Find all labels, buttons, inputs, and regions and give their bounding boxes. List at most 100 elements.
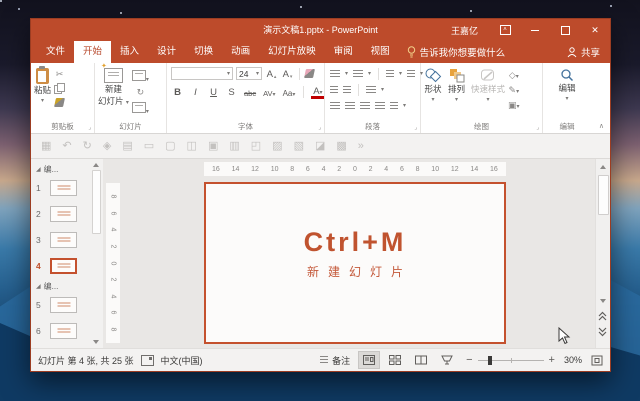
font-dialog-launcher[interactable]: ⌟ <box>318 125 321 131</box>
font-color-button[interactable]: A▾ <box>311 84 324 99</box>
qat-tool-icon[interactable]: ◪ <box>315 141 325 152</box>
qat-tool-icon[interactable]: ▧ <box>294 141 304 152</box>
editing-button[interactable]: 编辑 ▾ <box>555 66 578 102</box>
section-button[interactable]: ▾ <box>132 102 149 115</box>
ribbon-tab[interactable]: 插入 <box>111 41 148 63</box>
columns-icon[interactable] <box>366 86 376 94</box>
panel-scroll-down-icon[interactable] <box>93 340 99 344</box>
ribbon-tab[interactable]: 幻灯片放映 <box>259 41 325 63</box>
shape-fill-icon[interactable]: ◇▾ <box>509 70 519 81</box>
grow-font-button[interactable]: A▴ <box>265 68 278 80</box>
drawing-dialog-launcher[interactable]: ⌟ <box>536 125 539 131</box>
language-status[interactable]: 中文(中国) <box>161 354 203 367</box>
quick-styles-button[interactable]: 快速样式 ▾ <box>468 66 508 103</box>
shape-effects-icon[interactable]: ▣▾ <box>508 100 520 111</box>
qat-tool-icon[interactable]: ◈ <box>103 141 111 152</box>
slide-number-status[interactable]: 幻灯片 第 4 张, 共 25 张 <box>38 354 134 367</box>
slide-canvas[interactable]: Ctrl+M 新建幻灯片 <box>204 182 506 344</box>
collapse-ribbon-icon[interactable]: ∧ <box>599 122 604 130</box>
qat-tool-icon[interactable]: ▭ <box>144 141 154 152</box>
zoom-slider-thumb[interactable] <box>488 356 492 365</box>
tell-me-box[interactable]: 告诉我你想要做什么 <box>407 45 506 59</box>
strikethrough-button[interactable]: abc <box>243 86 257 98</box>
clipboard-dialog-launcher[interactable]: ⌟ <box>88 125 91 131</box>
qat-tool-icon[interactable]: ◫ <box>187 141 197 152</box>
fit-to-window-button[interactable] <box>591 355 603 366</box>
italic-button[interactable]: I <box>189 86 202 98</box>
qat-tool-icon[interactable]: ↶ <box>62 141 71 152</box>
justify-icon[interactable] <box>375 102 385 110</box>
shrink-font-button[interactable]: A▾ <box>281 68 294 80</box>
notes-button[interactable]: 备注 <box>320 354 350 367</box>
cut-icon[interactable]: ✂ <box>56 70 64 79</box>
display-settings-icon[interactable] <box>141 355 154 366</box>
paste-button[interactable]: 粘贴 ▾ <box>31 66 54 104</box>
normal-view-button[interactable] <box>359 352 379 368</box>
qat-tool-icon[interactable]: » <box>358 141 364 152</box>
clear-formatting-icon[interactable] <box>304 69 315 78</box>
ribbon-tab[interactable]: 动画 <box>222 41 259 63</box>
reading-view-button[interactable] <box>411 352 431 368</box>
ribbon-tab[interactable]: 审阅 <box>325 41 362 63</box>
ribbon-tab[interactable]: 文件 <box>37 41 74 63</box>
close-button[interactable]: ✕ <box>580 19 610 41</box>
underline-button[interactable]: U <box>207 86 220 98</box>
ribbon-tab[interactable]: 切换 <box>185 41 222 63</box>
ribbon-tab[interactable]: 视图 <box>362 41 399 63</box>
font-name-combo[interactable]: ▾ <box>171 67 233 80</box>
qat-tool-icon[interactable]: ▢ <box>165 141 175 152</box>
text-direction-icon[interactable] <box>407 70 415 78</box>
panel-scrollbar[interactable] <box>92 163 100 344</box>
slide-sorter-view-button[interactable] <box>385 352 405 368</box>
panel-scrollbar-thumb[interactable] <box>92 170 101 234</box>
align-right-icon[interactable] <box>360 102 370 110</box>
zoom-out-button[interactable]: − <box>466 355 472 366</box>
copy-icon[interactable] <box>54 83 65 94</box>
smartart-convert-icon[interactable] <box>390 102 398 110</box>
paragraph-dialog-launcher[interactable]: ⌟ <box>414 125 417 131</box>
editor-scrollbar[interactable] <box>595 159 610 348</box>
numbering-icon[interactable] <box>353 70 363 78</box>
account-name[interactable]: 王嘉亿 <box>439 24 490 37</box>
decrease-indent-icon[interactable] <box>330 86 338 94</box>
qat-tool-icon[interactable]: ◰ <box>251 141 261 152</box>
scroll-up-icon[interactable] <box>600 165 606 169</box>
qat-tool-icon[interactable]: ▦ <box>41 141 51 152</box>
qat-tool-icon[interactable]: ▣ <box>208 141 218 152</box>
bullets-icon[interactable] <box>330 70 340 78</box>
scroll-down-icon[interactable] <box>600 299 606 303</box>
new-slide-button[interactable]: 新建 幻灯片 ▾ <box>95 66 132 107</box>
previous-slide-button[interactable] <box>597 311 608 321</box>
maximize-button[interactable] <box>550 19 580 41</box>
align-center-icon[interactable] <box>345 102 355 110</box>
line-spacing-icon[interactable] <box>386 70 394 78</box>
slideshow-view-button[interactable] <box>437 352 457 368</box>
ribbon-tab[interactable]: 设计 <box>148 41 185 63</box>
qat-tool-icon[interactable]: ▩ <box>336 141 346 152</box>
bold-button[interactable]: B <box>171 86 184 98</box>
slide-layout-button[interactable]: ▾ <box>132 70 149 83</box>
reset-slide-icon[interactable]: ↻ <box>137 87 145 98</box>
increase-indent-icon[interactable] <box>343 86 351 94</box>
zoom-in-button[interactable]: + <box>549 355 555 366</box>
zoom-level[interactable]: 30% <box>564 355 582 365</box>
change-case-button[interactable]: Aa▾ <box>282 86 297 98</box>
shape-outline-icon[interactable]: ✎▾ <box>509 85 520 96</box>
minimize-button[interactable] <box>520 19 550 41</box>
font-size-combo[interactable]: 24▾ <box>236 67 262 80</box>
arrange-button[interactable]: 排列 ▾ <box>445 66 468 103</box>
format-painter-icon[interactable] <box>54 98 65 107</box>
shapes-button[interactable]: 形状 ▾ <box>421 66 445 103</box>
ribbon-tab[interactable]: 开始 <box>74 41 111 63</box>
scrollbar-thumb[interactable] <box>598 175 609 215</box>
qat-tool-icon[interactable]: ▥ <box>229 141 239 152</box>
align-left-icon[interactable] <box>330 102 340 110</box>
zoom-slider[interactable] <box>478 360 544 361</box>
next-slide-button[interactable] <box>597 327 608 337</box>
share-button[interactable]: 共享 <box>567 45 600 59</box>
ribbon-display-options-button[interactable]: ˄ <box>490 19 520 41</box>
panel-scroll-up-icon[interactable] <box>93 163 99 167</box>
character-spacing-button[interactable]: AV▾ <box>262 86 276 98</box>
qat-tool-icon[interactable]: ↻ <box>83 141 92 152</box>
qat-tool-icon[interactable]: ▨ <box>272 141 282 152</box>
